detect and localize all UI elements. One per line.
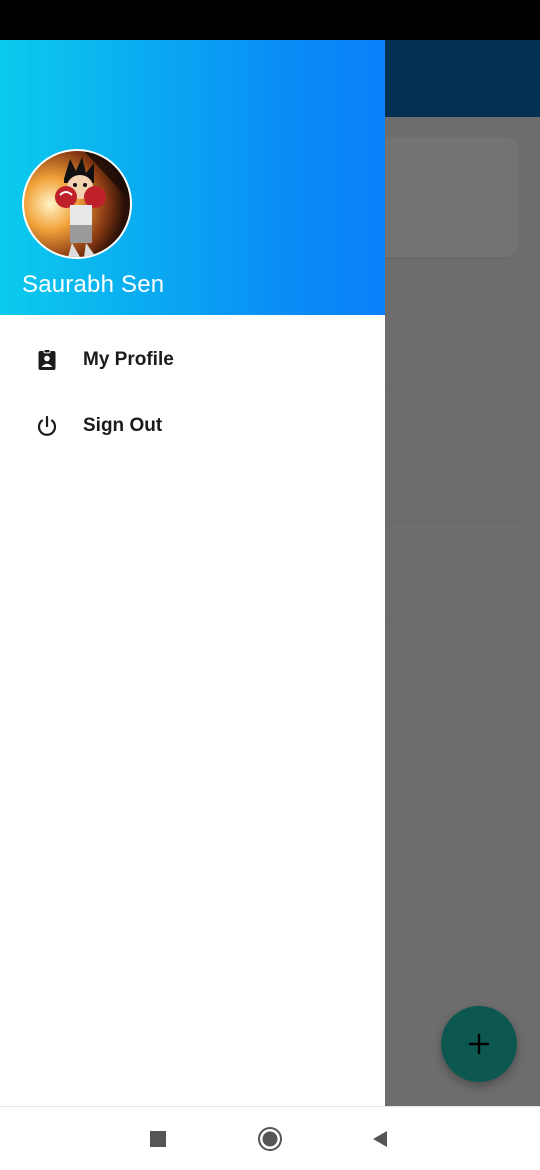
- navigation-drawer: Saurabh Sen My Profile Sign Out: [0, 40, 385, 1106]
- user-name: Saurabh Sen: [22, 271, 165, 298]
- back-button[interactable]: [364, 1123, 396, 1155]
- avatar-image: [24, 151, 130, 257]
- power-icon: [33, 412, 61, 440]
- menu-item-label: Sign Out: [83, 415, 163, 436]
- menu-item-label: My Profile: [83, 349, 174, 370]
- screen: Saurabh Sen My Profile Sign Out: [0, 0, 540, 1170]
- status-bar: [0, 0, 540, 40]
- avatar[interactable]: [22, 149, 132, 259]
- home-button[interactable]: [254, 1123, 286, 1155]
- drawer-menu: My Profile Sign Out: [0, 327, 385, 459]
- recents-button[interactable]: [142, 1123, 174, 1155]
- recents-square-icon: [150, 1131, 166, 1147]
- back-triangle-icon: [373, 1131, 387, 1147]
- drawer-header: Saurabh Sen: [0, 40, 385, 315]
- system-nav-bar: [0, 1106, 540, 1170]
- menu-item-sign-out[interactable]: Sign Out: [0, 393, 385, 459]
- menu-item-my-profile[interactable]: My Profile: [0, 327, 385, 393]
- home-circle-icon: [258, 1127, 282, 1151]
- assignment-ind-icon: [33, 346, 61, 374]
